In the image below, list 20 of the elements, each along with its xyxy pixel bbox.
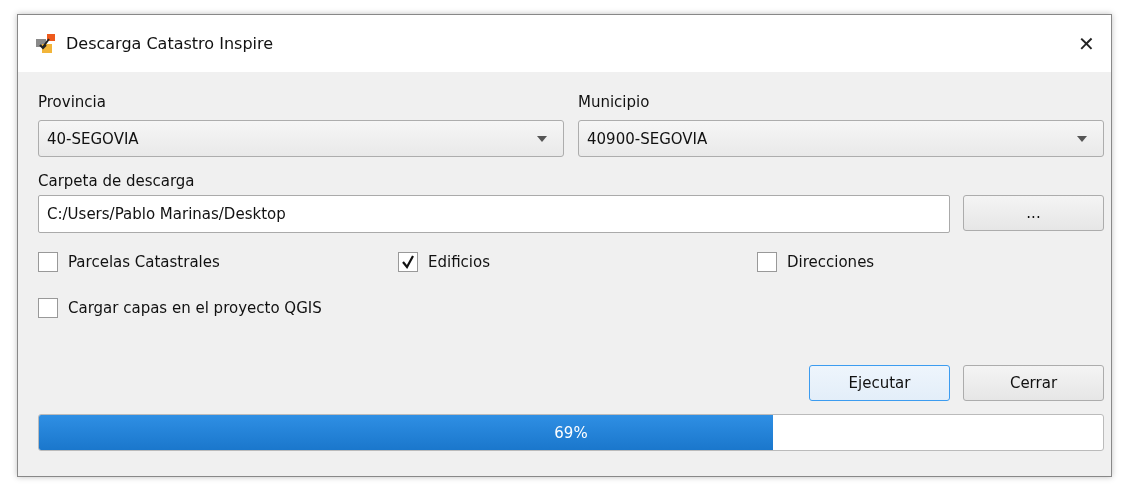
check-icon <box>401 255 415 269</box>
province-dropdown[interactable]: 40-SEGOVIA <box>38 120 564 157</box>
field-label: Provincia <box>38 92 107 113</box>
folder-path-field[interactable]: C:/Users/Pablo Marinas/Desktop <box>38 195 950 233</box>
field-label: Municipio <box>578 92 651 113</box>
municipality-dropdown[interactable]: 40900-SEGOVIA <box>578 120 1104 157</box>
caret-icon <box>1077 135 1087 142</box>
window-title: Descarga Catastro Inspire <box>66 34 275 53</box>
progress-text: 69% <box>554 423 588 442</box>
layer-checkbox[interactable]: Direcciones <box>757 249 875 275</box>
field-label: Carpeta de descarga <box>38 171 196 192</box>
close-dialog-button[interactable]: Cerrar <box>963 365 1104 401</box>
layer-checkbox[interactable]: Edificios <box>398 249 491 275</box>
app-icon <box>34 32 56 55</box>
caret-icon <box>537 135 547 142</box>
layer-checkbox[interactable]: Parcelas Catastrales <box>38 249 220 275</box>
load-project-checkbox[interactable]: Cargar capas en el proyecto QGIS <box>38 295 322 321</box>
run-button[interactable]: Ejecutar <box>809 365 950 401</box>
close-button[interactable]: ✕ <box>1061 18 1111 69</box>
browse-button[interactable]: ... <box>963 195 1104 231</box>
